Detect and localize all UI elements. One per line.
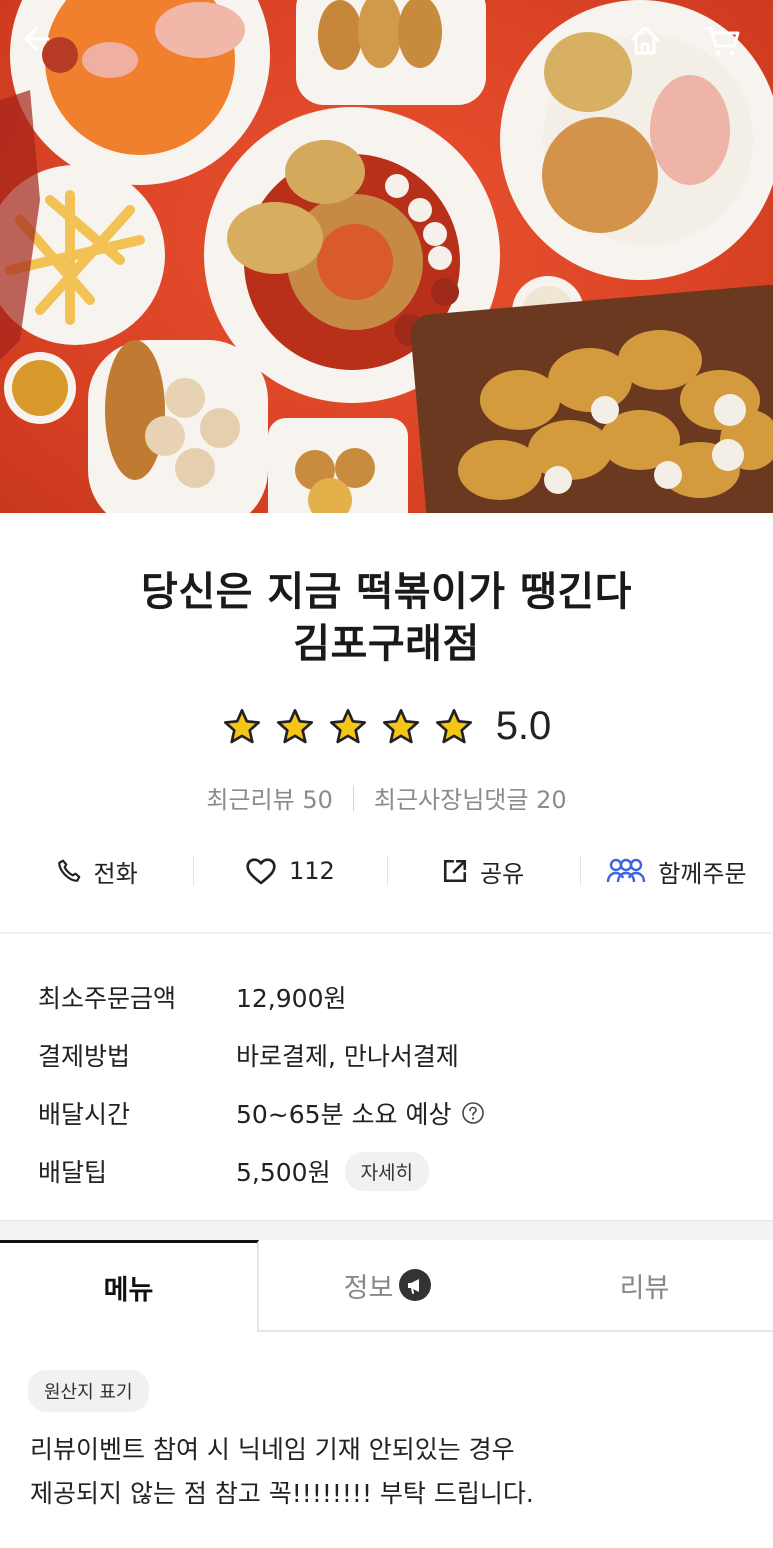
review-counts: 최근리뷰 50 최근사장님댓글 20 <box>0 780 773 815</box>
action-bar: 전화 112 공유 함께주문 <box>0 846 773 896</box>
tab-info-label: 정보 <box>343 1272 394 1304</box>
store-notice: 리뷰이벤트 참여 시 닉네임 기재 안되있는 경우 제공되지 않는 점 참고 꼭… <box>30 1435 534 1508</box>
tab-menu-label: 메뉴 <box>103 1275 154 1306</box>
payment-row: 결제방법 바로결제, 만나서결제 <box>38 1026 485 1084</box>
call-label: 전화 <box>93 859 138 888</box>
min-order-value: 12,900원 <box>236 984 347 1013</box>
recent-reviews-link[interactable]: 최근리뷰 50 <box>206 780 333 815</box>
delivery-tip-group: 5,500원 자세히 <box>236 1151 430 1191</box>
arrow-left-icon <box>24 27 50 51</box>
like-button[interactable]: 112 <box>193 846 386 896</box>
delivery-time-value: 50~65분 소요 예상 <box>236 1100 452 1129</box>
min-order-row: 최소주문금액 12,900원 <box>38 968 485 1026</box>
store-hero-image <box>0 0 773 513</box>
tab-review-label: 리뷰 <box>619 1272 670 1304</box>
tab-review[interactable]: 리뷰 <box>516 1240 773 1330</box>
tab-info[interactable]: 정보 <box>259 1240 516 1330</box>
store-name-line2: 김포구래점 <box>293 621 480 667</box>
group-order-button[interactable]: 함께주문 <box>579 846 773 896</box>
home-icon <box>630 26 660 55</box>
payment-label: 결제방법 <box>38 1042 131 1071</box>
star-icon <box>382 708 419 743</box>
delivery-tip-row: 배달팁 5,500원 자세히 <box>38 1142 485 1200</box>
help-button[interactable] <box>461 1101 485 1125</box>
star-icon <box>223 708 260 743</box>
delivery-tip-value: 5,500원 <box>236 1158 331 1187</box>
divider <box>352 784 354 811</box>
payment-value: 바로결제, 만나서결제 <box>236 1042 459 1071</box>
rating-stars <box>222 707 474 747</box>
store-title: 당신은 지금 떡볶이가 땡긴다 김포구래점 <box>0 566 773 670</box>
star-icon <box>435 708 472 743</box>
rating-score: 5.0 <box>495 704 552 748</box>
heart-icon <box>246 858 276 885</box>
delivery-tip-label: 배달팁 <box>38 1158 108 1187</box>
share-button[interactable]: 공유 <box>386 846 580 896</box>
store-tabs: 메뉴 정보 리뷰 <box>0 1240 773 1332</box>
share-label: 공유 <box>480 859 525 888</box>
min-order-label: 최소주문금액 <box>38 984 177 1013</box>
delivery-time-label: 배달시간 <box>38 1100 131 1129</box>
back-button[interactable] <box>22 24 70 72</box>
help-icon <box>462 1102 485 1124</box>
like-count: 112 <box>288 857 335 885</box>
cart-icon <box>703 26 740 56</box>
delivery-tip-detail-button[interactable]: 자세히 <box>344 1151 430 1191</box>
store-info: 최소주문금액 12,900원 결제방법 바로결제, 만나서결제 배달시간 50~… <box>38 968 485 1200</box>
delivery-time-row: 배달시간 50~65분 소요 예상 <box>38 1084 485 1142</box>
origin-label-button[interactable]: 원산지 표기 <box>28 1370 149 1412</box>
section-divider <box>0 932 773 934</box>
delivery-time-group: 50~65분 소요 예상 <box>236 1095 485 1131</box>
group-order-label: 함께주문 <box>658 859 747 888</box>
cart-button[interactable] <box>703 24 751 72</box>
group-icon <box>607 858 646 883</box>
store-rating: 5.0 <box>0 704 773 749</box>
tab-menu[interactable]: 메뉴 <box>0 1240 259 1332</box>
star-icon <box>276 708 313 743</box>
phone-icon <box>57 859 80 882</box>
megaphone-icon <box>399 1269 432 1301</box>
call-button[interactable]: 전화 <box>0 846 193 896</box>
star-icon <box>329 708 366 743</box>
home-button[interactable] <box>628 24 676 72</box>
owner-replies-link[interactable]: 최근사장님댓글 20 <box>374 780 567 815</box>
food-photo <box>0 0 773 513</box>
section-divider <box>0 1220 773 1240</box>
share-icon <box>443 859 467 883</box>
store-name-line1: 당신은 지금 떡볶이가 땡긴다 <box>141 569 632 615</box>
